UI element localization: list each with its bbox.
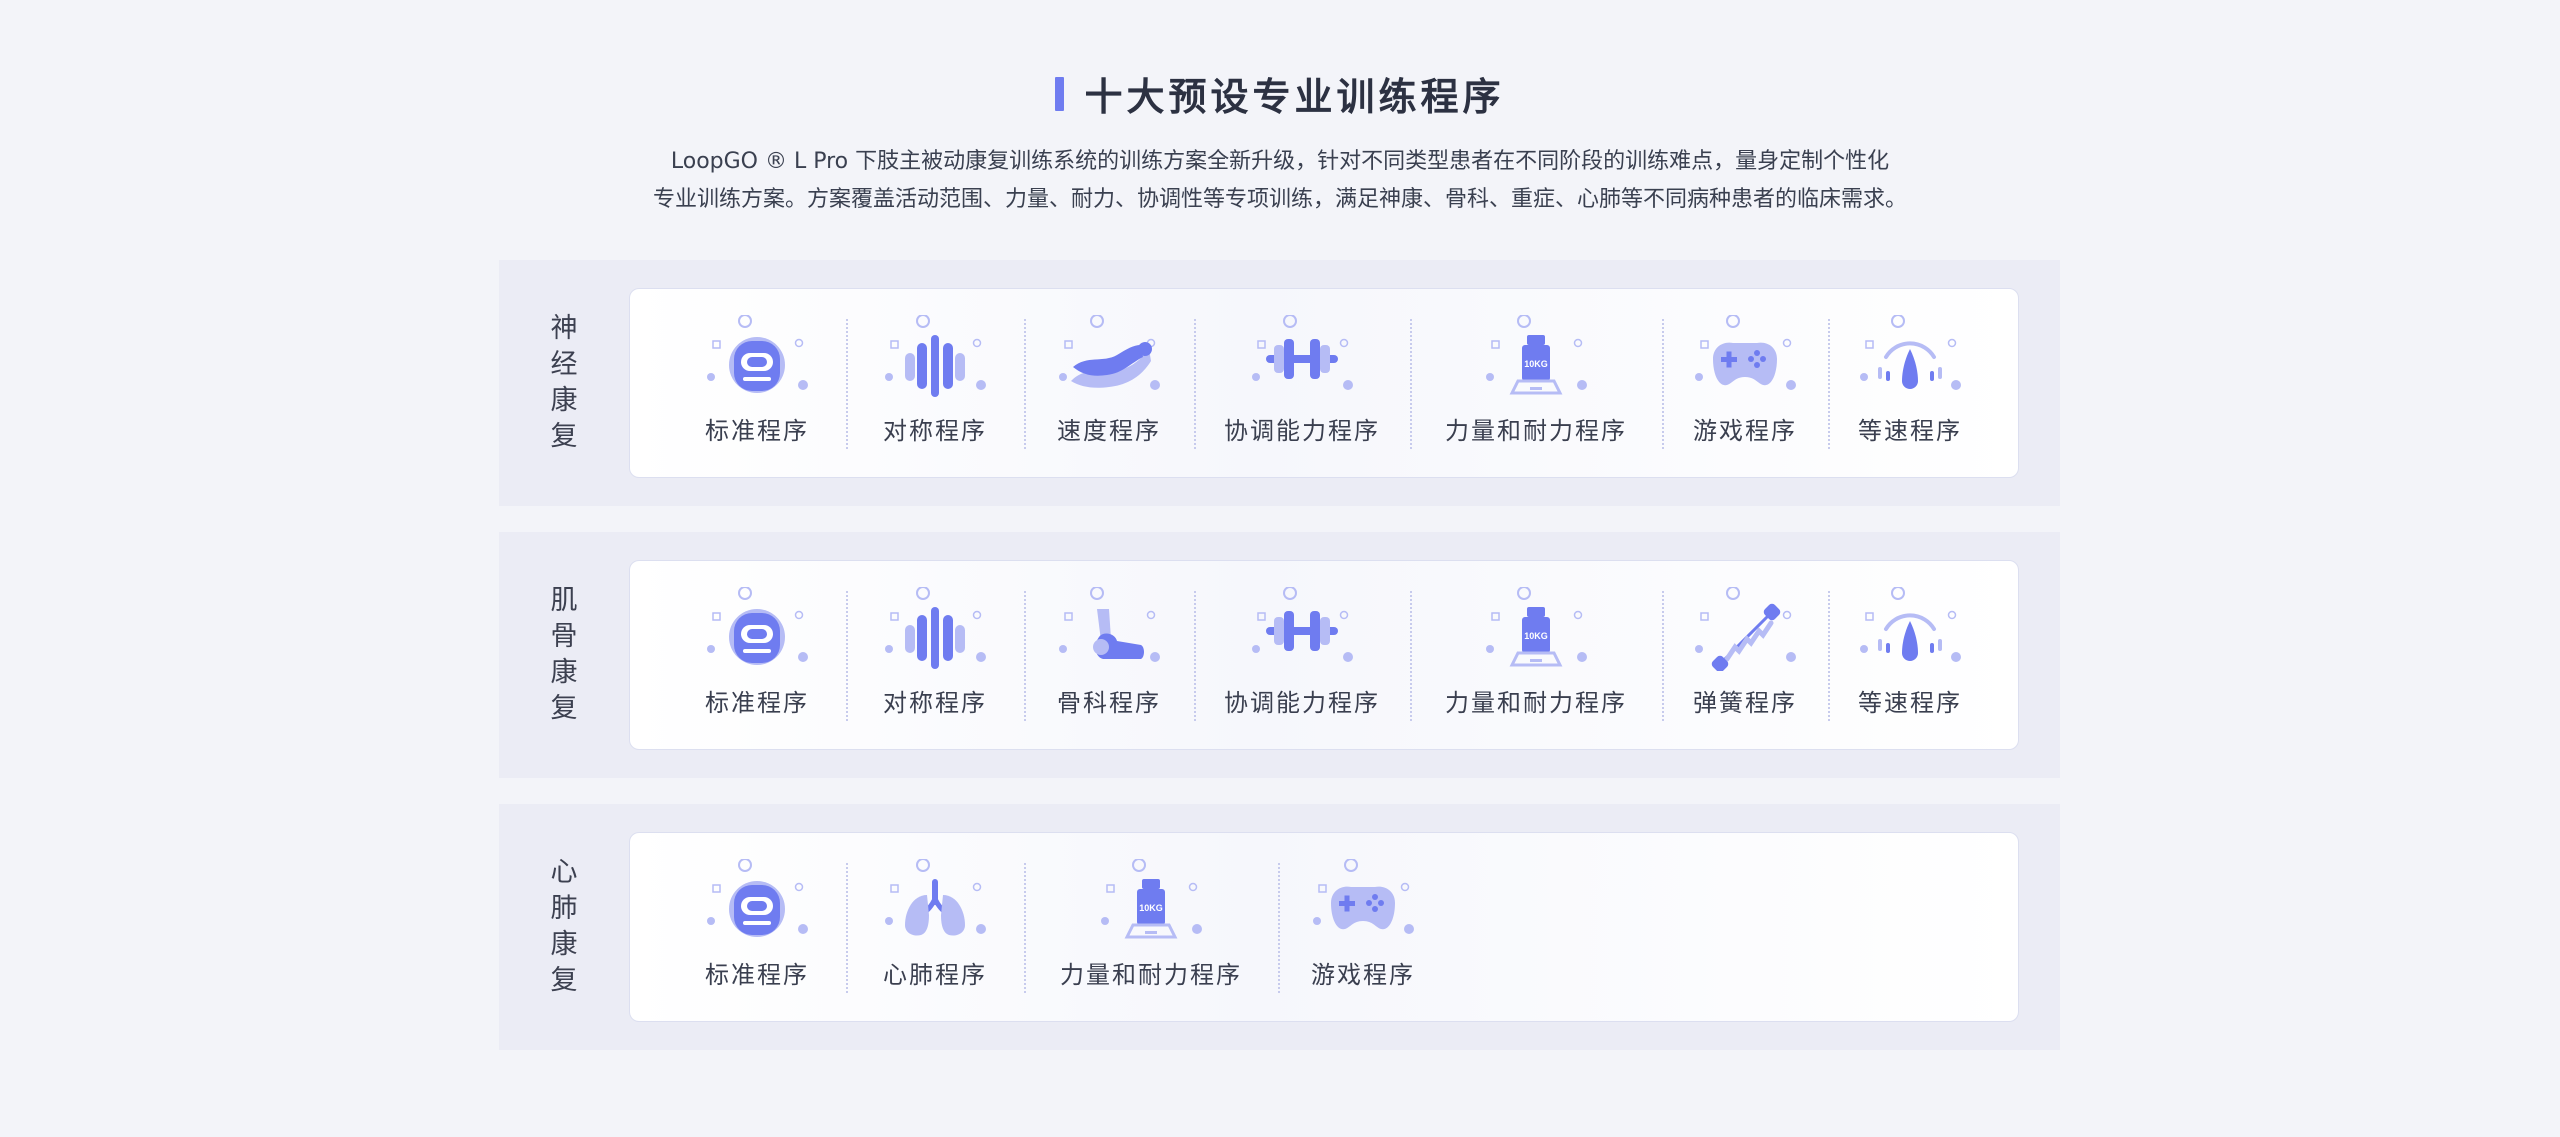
- program-item[interactable]: 速度程序: [1024, 289, 1194, 477]
- program-item[interactable]: 10KG 力量和耐力程序: [1410, 561, 1662, 749]
- symmetry-icon: [880, 315, 990, 399]
- program-item[interactable]: 游戏程序: [1662, 289, 1828, 477]
- section-label: 心 肺 康 复: [544, 804, 584, 1050]
- program-label: 标准程序: [705, 689, 809, 717]
- section-label: 肌 骨 康 复: [544, 532, 584, 778]
- program-item[interactable]: 弹簧程序: [1662, 561, 1828, 749]
- weight-icon: 10KG: [1096, 859, 1206, 943]
- description-line: 专业训练方案。方案覆盖活动范围、力量、耐力、协调性等专项训练，满足神康、骨科、重…: [652, 187, 1907, 212]
- bone-joint-icon: [1054, 587, 1164, 671]
- program-item[interactable]: 标准程序: [668, 289, 846, 477]
- gamepad-icon: [1690, 315, 1800, 399]
- program-label: 心肺程序: [883, 961, 987, 989]
- program-label: 等速程序: [1858, 689, 1962, 717]
- spring-icon: [1690, 587, 1800, 671]
- svg-text:10KG: 10KG: [1524, 631, 1548, 641]
- program-label: 弹簧程序: [1693, 689, 1797, 717]
- weight-icon: 10KG: [1481, 315, 1591, 399]
- dumbbell-icon: [1247, 315, 1357, 399]
- program-item[interactable]: 10KG 力量和耐力程序: [1410, 289, 1662, 477]
- program-label: 游戏程序: [1693, 417, 1797, 445]
- program-item[interactable]: 游戏程序: [1278, 833, 1448, 1021]
- section-label-char: 复: [550, 693, 578, 724]
- section-cardiopulmonary-rehab: 心 肺 康 复 标准程序 心肺程序 10KG 力量和耐力程序 游戏程序: [499, 804, 2060, 1050]
- dumbbell-icon: [1247, 587, 1357, 671]
- program-card: 标准程序 心肺程序 10KG 力量和耐力程序 游戏程序: [629, 832, 2019, 1022]
- symmetry-icon: [880, 587, 990, 671]
- section-label-char: 康: [550, 929, 578, 960]
- speed-icon: [1054, 315, 1164, 399]
- section-label-char: 骨: [550, 621, 578, 652]
- description-line: LoopGO ® L Pro 下肢主被动康复训练系统的训练方案全新升级，针对不同…: [670, 149, 1890, 174]
- program-label: 力量和耐力程序: [1060, 961, 1242, 989]
- section-musculoskeletal-rehab: 肌 骨 康 复 标准程序 对称程序 骨科程序 协调能力程序 10KG 力量和耐力…: [499, 532, 2060, 778]
- program-item[interactable]: 标准程序: [668, 561, 846, 749]
- program-label: 等速程序: [1858, 417, 1962, 445]
- program-item[interactable]: 对称程序: [846, 561, 1024, 749]
- program-item[interactable]: 协调能力程序: [1194, 561, 1410, 749]
- section-label-char: 复: [550, 965, 578, 996]
- section-label-char: 康: [550, 385, 578, 416]
- page-title: 十大预设专业训练程序: [1084, 75, 1505, 119]
- section-label-char: 心: [550, 857, 578, 888]
- program-item[interactable]: 等速程序: [1828, 561, 1992, 749]
- gauge-icon: [1855, 315, 1965, 399]
- program-item[interactable]: 10KG 力量和耐力程序: [1024, 833, 1278, 1021]
- program-label: 对称程序: [883, 689, 987, 717]
- gamepad-icon: [1308, 859, 1418, 943]
- program-card: 标准程序 对称程序 速度程序 协调能力程序 10KG 力量和耐力程序 游戏程序 …: [629, 288, 2019, 478]
- robot-icon: [702, 587, 812, 671]
- section-label-char: 肌: [550, 585, 578, 616]
- program-label: 速度程序: [1057, 417, 1161, 445]
- page-description: LoopGO ® L Pro 下肢主被动康复训练系统的训练方案全新升级，针对不同…: [0, 143, 2560, 219]
- program-label: 协调能力程序: [1224, 417, 1380, 445]
- page-header: 十大预设专业训练程序 LoopGO ® L Pro 下肢主被动康复训练系统的训练…: [0, 66, 2560, 219]
- weight-icon: 10KG: [1481, 587, 1591, 671]
- section-label: 神 经 康 复: [544, 260, 584, 506]
- program-label: 力量和耐力程序: [1445, 417, 1627, 445]
- section-label-char: 复: [550, 421, 578, 452]
- program-item[interactable]: 等速程序: [1828, 289, 1992, 477]
- title-accent-bar: [1055, 76, 1065, 111]
- program-label: 力量和耐力程序: [1445, 689, 1627, 717]
- section-neuro-rehab: 神 经 康 复 标准程序 对称程序 速度程序 协调能力程序 10KG 力量和耐力…: [499, 260, 2060, 506]
- section-label-char: 肺: [550, 893, 578, 924]
- program-label: 标准程序: [705, 417, 809, 445]
- program-label: 游戏程序: [1311, 961, 1415, 989]
- program-item[interactable]: 骨科程序: [1024, 561, 1194, 749]
- program-card: 标准程序 对称程序 骨科程序 协调能力程序 10KG 力量和耐力程序 弹簧程序 …: [629, 560, 2019, 750]
- robot-icon: [702, 859, 812, 943]
- lungs-icon: [880, 859, 990, 943]
- program-label: 协调能力程序: [1224, 689, 1380, 717]
- robot-icon: [702, 315, 812, 399]
- program-item[interactable]: 心肺程序: [846, 833, 1024, 1021]
- program-item[interactable]: 对称程序: [846, 289, 1024, 477]
- title-wrap: 十大预设专业训练程序: [1055, 66, 1504, 121]
- svg-text:10KG: 10KG: [1524, 359, 1548, 369]
- program-label: 对称程序: [883, 417, 987, 445]
- program-label: 标准程序: [705, 961, 809, 989]
- program-label: 骨科程序: [1057, 689, 1161, 717]
- section-label-char: 神: [550, 313, 578, 344]
- svg-text:10KG: 10KG: [1139, 903, 1163, 913]
- section-label-char: 康: [550, 657, 578, 688]
- section-label-char: 经: [550, 349, 578, 380]
- program-item[interactable]: 标准程序: [668, 833, 846, 1021]
- program-item[interactable]: 协调能力程序: [1194, 289, 1410, 477]
- gauge-icon: [1855, 587, 1965, 671]
